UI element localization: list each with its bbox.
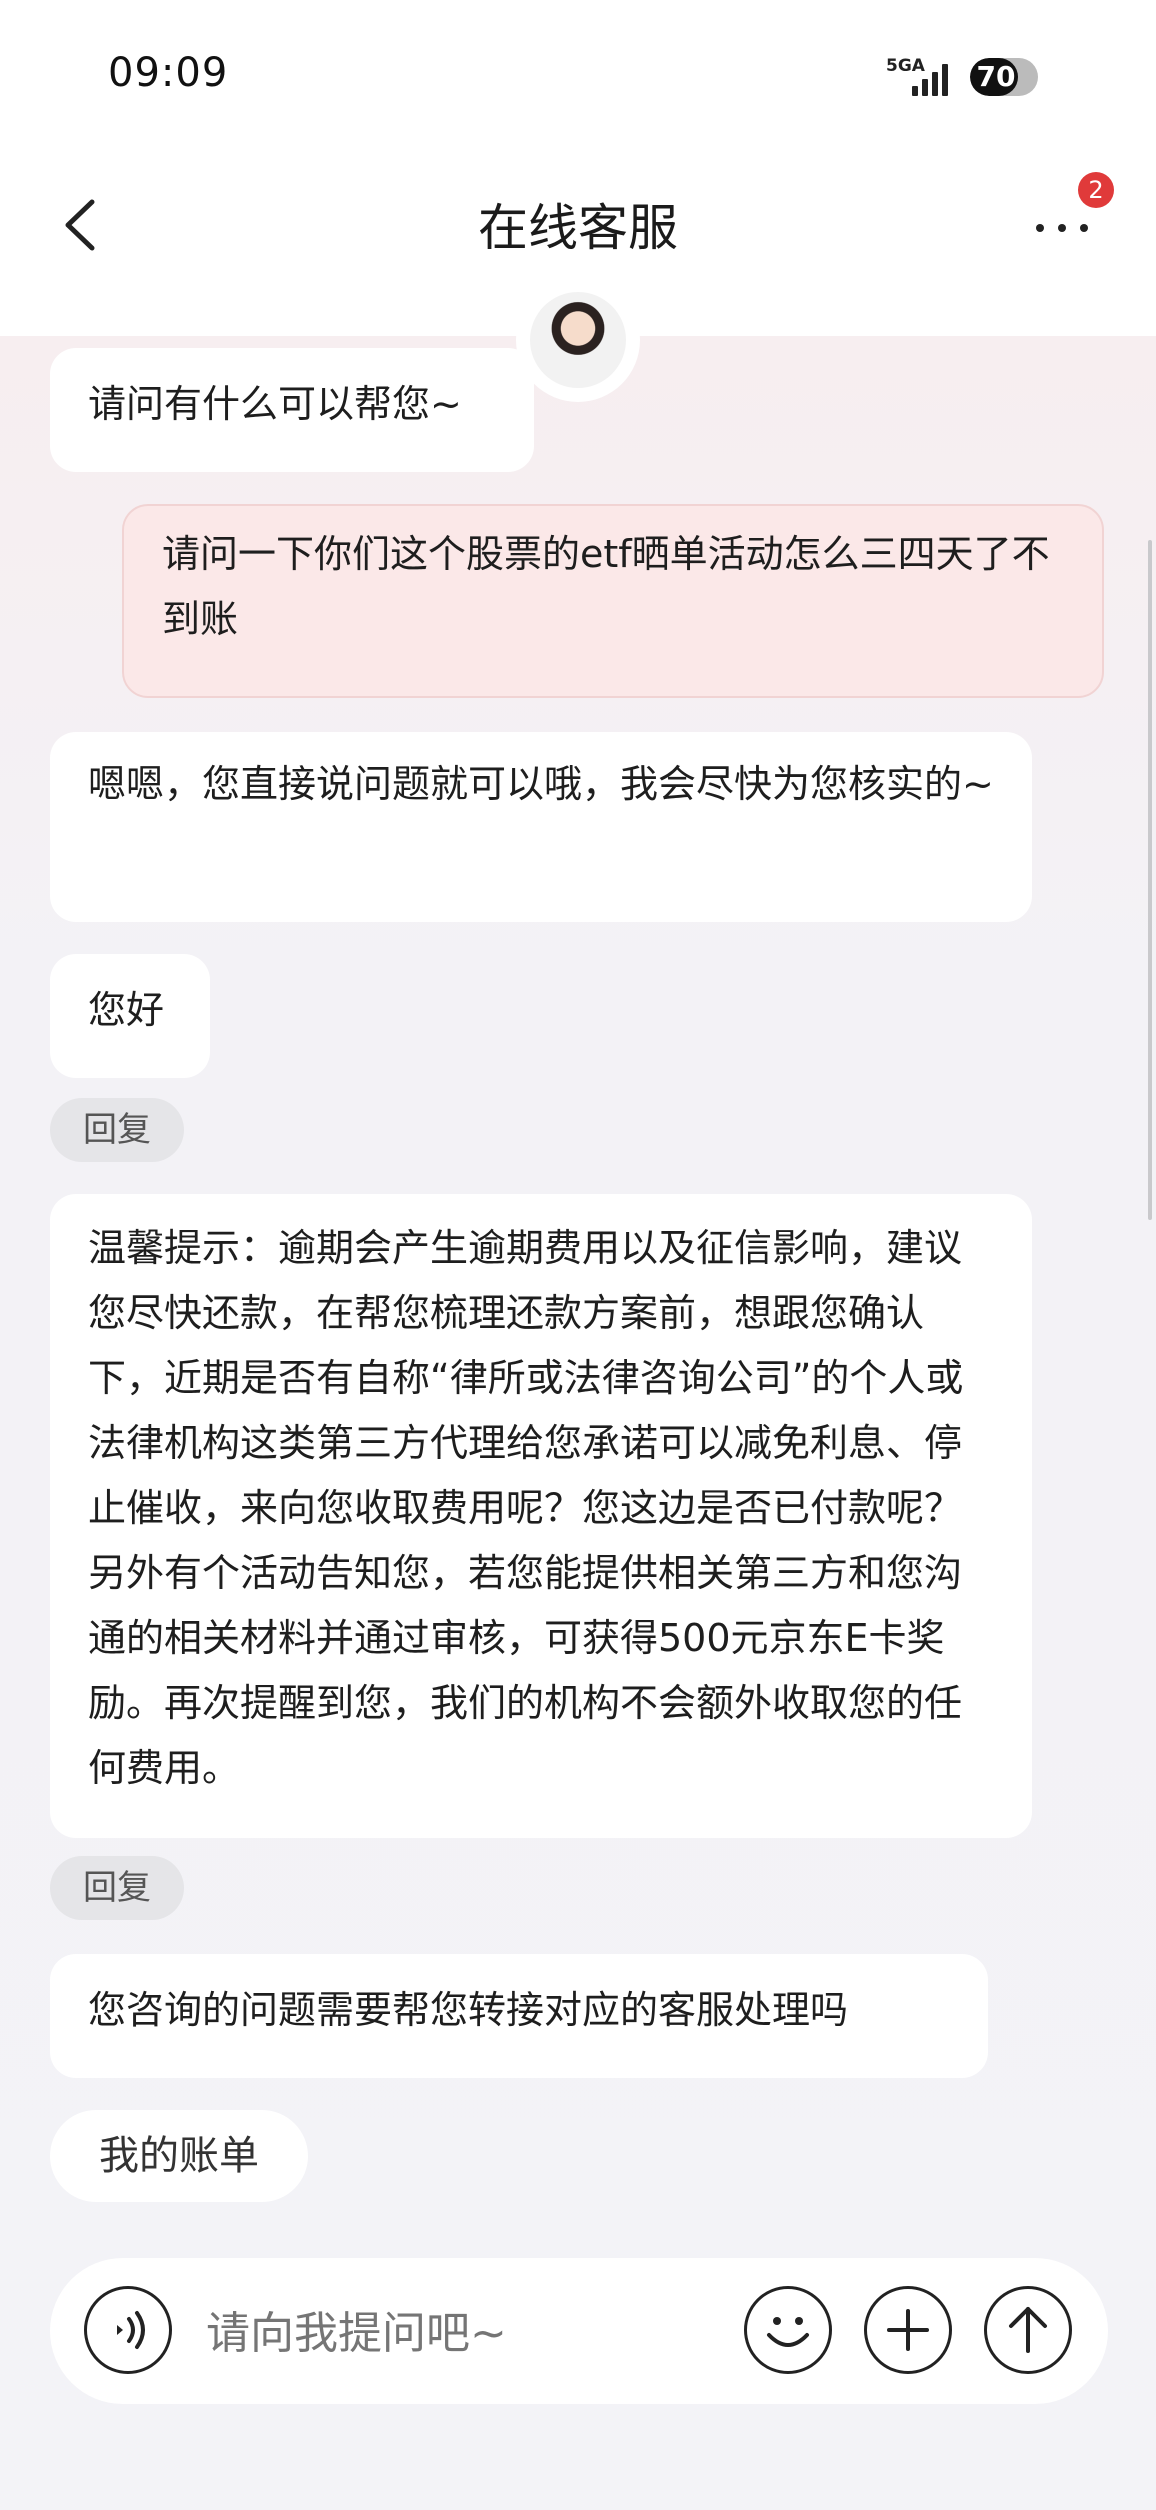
- message-agent: 您好: [50, 954, 210, 1078]
- input-bar: [50, 2258, 1108, 2404]
- message-agent: 您咨询的问题需要帮您转接对应的客服处理吗: [50, 1954, 988, 2078]
- status-bar: 09:09 5GA 70: [0, 0, 1156, 150]
- notification-badge: 2: [1078, 172, 1114, 208]
- voice-icon[interactable]: [84, 2286, 172, 2374]
- emoji-icon[interactable]: [744, 2286, 832, 2374]
- quick-reply-chip[interactable]: 我的账单: [50, 2110, 308, 2202]
- message-user: 请问一下你们这个股票的etf晒单活动怎么三四天了不到账: [122, 504, 1104, 698]
- battery-level: 70: [976, 60, 1016, 93]
- battery-icon: 70: [970, 58, 1038, 96]
- scrollbar[interactable]: [1148, 540, 1152, 1220]
- avatar-image: [530, 292, 626, 388]
- reply-button[interactable]: 回复: [50, 1856, 184, 1920]
- signal-icon: [912, 62, 952, 96]
- arrow-up-icon[interactable]: [984, 2286, 1072, 2374]
- message-agent: 温馨提示：逾期会产生逾期费用以及征信影响，建议您尽快还款，在帮您梳理还款方案前，…: [50, 1194, 1032, 1838]
- message-agent: 请问有什么可以帮您~: [50, 348, 534, 472]
- agent-avatar: [522, 284, 634, 396]
- message-agent: 嗯嗯，您直接说问题就可以哦，我会尽快为您核实的~: [50, 732, 1032, 922]
- reply-button[interactable]: 回复: [50, 1098, 184, 1162]
- plus-icon[interactable]: [864, 2286, 952, 2374]
- more-dots-icon[interactable]: [1030, 212, 1094, 242]
- message-input[interactable]: [204, 2302, 768, 2364]
- page-title: 在线客服: [478, 199, 678, 257]
- status-time: 09:09: [108, 50, 229, 96]
